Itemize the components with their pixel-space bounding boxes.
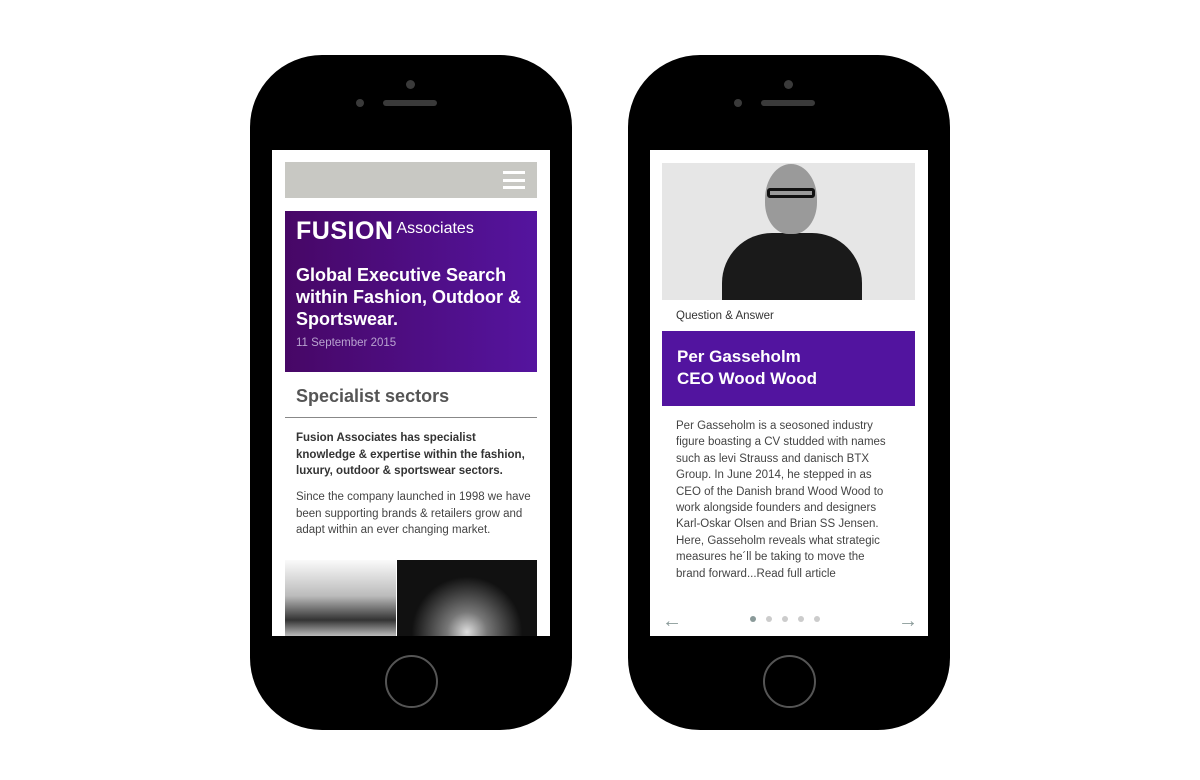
portrait-image — [662, 163, 915, 300]
carousel-dot[interactable] — [766, 616, 772, 622]
phone-mockup-left: FUSION Associates Global Executive Search… — [250, 55, 572, 730]
body-paragraph: Since the company launched in 1998 we ha… — [296, 491, 531, 536]
phone-screen: Question & Answer Per Gasseholm CEO Wood… — [650, 150, 928, 636]
phone-mockup-right: Question & Answer Per Gasseholm CEO Wood… — [628, 55, 950, 730]
hero-banner: FUSION Associates Global Executive Search… — [285, 211, 537, 372]
phone-screen: FUSION Associates Global Executive Search… — [272, 150, 550, 636]
carousel-dot[interactable] — [782, 616, 788, 622]
article-title[interactable]: Per Gasseholm CEO Wood Wood — [662, 331, 915, 406]
hero-date: 11 September 2015 — [296, 337, 397, 349]
carousel-dot[interactable] — [814, 616, 820, 622]
sensor-icon — [734, 99, 742, 107]
surfers-image — [285, 560, 396, 636]
carousel-dots — [750, 616, 820, 622]
sensor-icon — [356, 99, 364, 107]
speaker-icon — [761, 100, 815, 106]
divider — [285, 417, 537, 418]
hamburger-icon[interactable] — [503, 171, 525, 189]
speaker-icon — [383, 100, 437, 106]
next-arrow-icon[interactable]: → — [898, 610, 918, 633]
hero-headline: Global Executive Search within Fashion, … — [296, 265, 521, 329]
section-title: Specialist sectors — [296, 386, 450, 406]
carousel-dot[interactable] — [750, 616, 756, 622]
carousel-dot[interactable] — [798, 616, 804, 622]
prev-arrow-icon[interactable]: ← — [662, 610, 682, 633]
home-button[interactable] — [763, 655, 816, 708]
top-nav-bar — [285, 162, 537, 198]
article-excerpt: Per Gasseholm is a seosoned industry fig… — [676, 420, 886, 580]
article-category: Question & Answer — [676, 310, 774, 322]
brand-logo[interactable]: FUSION Associates — [296, 217, 474, 246]
camera-icon — [784, 80, 793, 89]
home-button[interactable] — [385, 655, 438, 708]
brand-light: Associates — [396, 220, 474, 237]
camera-icon — [406, 80, 415, 89]
lead-paragraph: Fusion Associates has specialist knowled… — [296, 432, 525, 477]
crowd-image — [397, 560, 537, 636]
brand-bold: FUSION — [296, 217, 394, 245]
